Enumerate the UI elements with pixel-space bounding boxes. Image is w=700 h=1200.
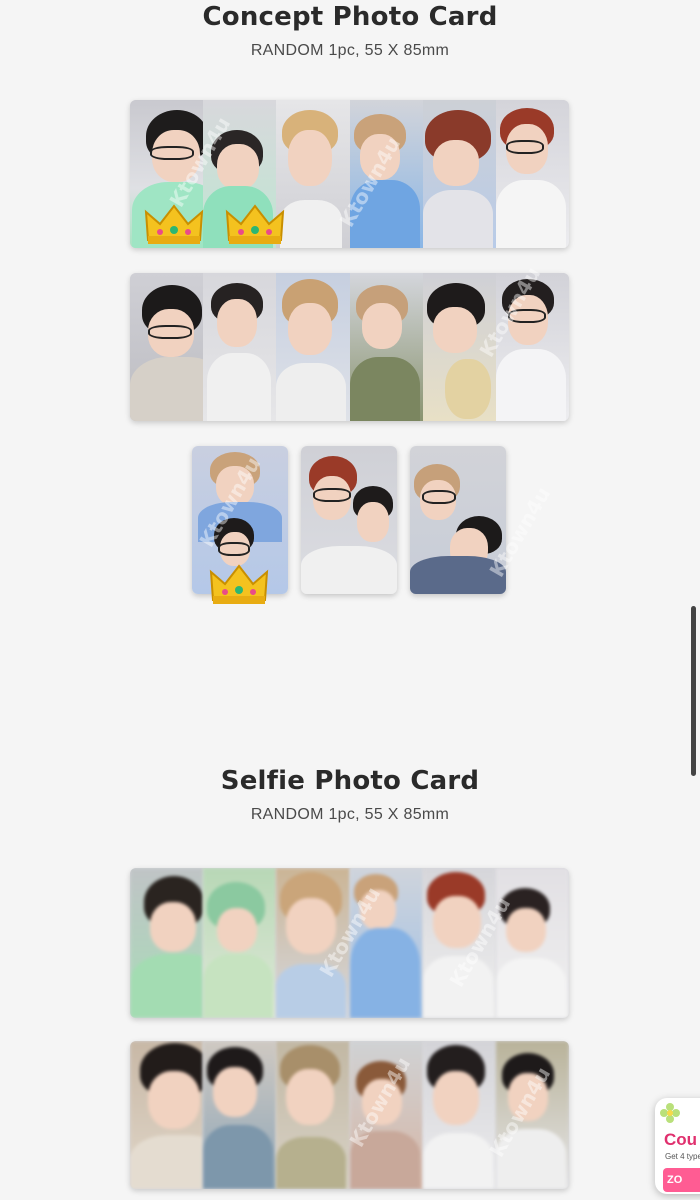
- coupon-description: Get 4 types: [665, 1152, 700, 1161]
- photo-card-image: [495, 1041, 569, 1189]
- crown-icon: [225, 204, 285, 244]
- photo-card-image: [495, 868, 569, 1018]
- photo-card-image: [495, 100, 569, 248]
- selfie-card-row-2: [130, 1041, 569, 1189]
- photo-card-image: [276, 273, 350, 421]
- photo-card-image: [422, 100, 496, 248]
- crown-icon: [144, 204, 204, 244]
- concept-section-subtitle: RANDOM 1pc, 55 X 85mm: [250, 42, 450, 59]
- product-detail-page: Concept Photo Card RANDOM 1pc, 55 X 85mm: [0, 0, 700, 1200]
- photo-card-image: [349, 868, 423, 1018]
- photo-card-image: [422, 868, 496, 1018]
- selfie-card-row-1: [130, 868, 569, 1018]
- concept-card-single: [301, 446, 397, 594]
- photo-card-image: [130, 868, 204, 1018]
- selfie-section-title: Selfie Photo Card: [220, 766, 480, 796]
- photo-card-image: [130, 1041, 204, 1189]
- photo-card-image: [495, 273, 569, 421]
- photo-card-image: [349, 1041, 423, 1189]
- photo-card-image: [203, 868, 277, 1018]
- photo-card-image: [349, 273, 423, 421]
- photo-card-image: [422, 1041, 496, 1189]
- crown-icon: [209, 564, 269, 604]
- concept-card-single: [410, 446, 506, 594]
- concept-section-title: Concept Photo Card: [202, 2, 498, 32]
- photo-card-image: [276, 100, 350, 248]
- coupon-title: Cou: [664, 1130, 698, 1149]
- scrollbar-thumb[interactable]: [691, 606, 696, 776]
- photo-card-image: [130, 273, 204, 421]
- photo-card-image: [203, 1041, 277, 1189]
- photo-card-image: [422, 273, 496, 421]
- photo-card-image: [276, 868, 350, 1018]
- coupon-ticket-icon: ZO: [663, 1168, 700, 1192]
- photo-card-image: [276, 1041, 350, 1189]
- photo-card-image: [203, 273, 277, 421]
- concept-card-row-2: [130, 273, 569, 421]
- photo-card-image: [349, 100, 423, 248]
- coupon-floating-button[interactable]: Cou Get 4 types ZO: [655, 1098, 700, 1194]
- flower-icon: [660, 1103, 680, 1123]
- selfie-section-subtitle: RANDOM 1pc, 55 X 85mm: [250, 806, 450, 823]
